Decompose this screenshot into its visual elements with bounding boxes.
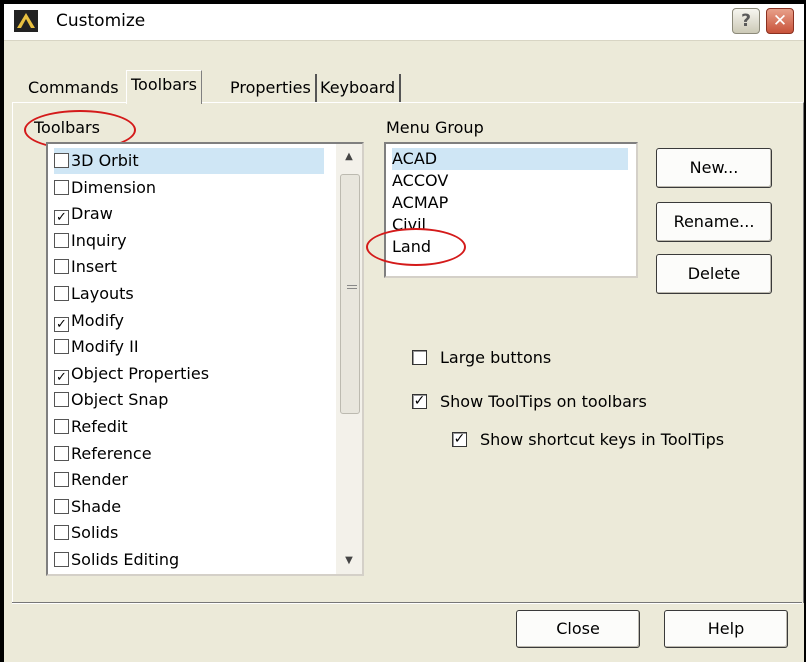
- title-bar: Customize ? ✕: [4, 4, 804, 41]
- checkbox-checked-icon[interactable]: ✓: [54, 210, 69, 226]
- toolbar-item-label: 3D Orbit: [71, 151, 139, 170]
- tab-keyboard[interactable]: Keyboard: [316, 74, 402, 102]
- toolbar-item-label: Modify II: [71, 337, 139, 357]
- new-button[interactable]: New...: [656, 148, 772, 188]
- toolbar-list-item[interactable]: ✓ Draw: [54, 201, 113, 227]
- checkbox-checked-icon[interactable]: ✓: [54, 316, 69, 332]
- checkbox-unchecked-icon[interactable]: [54, 472, 69, 488]
- menu-group-item[interactable]: ACCOV: [392, 170, 448, 192]
- menu-group-item[interactable]: ACMAP: [392, 192, 448, 214]
- menu-group-label: Menu Group: [386, 118, 484, 137]
- menu-group-item[interactable]: ACAD: [392, 148, 628, 170]
- scroll-grip: [347, 285, 357, 289]
- tab-commands[interactable]: Commands: [24, 74, 123, 102]
- toolbar-item-label: Draw: [71, 204, 113, 224]
- land-annotation-ellipse: [366, 228, 466, 266]
- toolbar-item-label: Layouts: [71, 284, 134, 303]
- close-title-button[interactable]: ✕: [766, 8, 794, 34]
- toolbar-list-item[interactable]: 3D Orbit: [54, 148, 324, 174]
- toolbar-list-item[interactable]: Solids: [54, 520, 118, 546]
- checkbox-unchecked-icon[interactable]: [54, 153, 69, 168]
- toolbar-list-item[interactable]: Render: [54, 467, 128, 493]
- scroll-up-arrow[interactable]: ▲: [336, 146, 362, 168]
- toolbar-item-label: Inquiry: [71, 230, 127, 250]
- toolbar-item-label: Object Properties: [71, 363, 210, 383]
- toolbar-item-label: Modify: [71, 310, 125, 330]
- large-buttons-label: Large buttons: [440, 348, 552, 367]
- customize-dialog: Customize ? ✕ Commands Toolbars Properti…: [4, 4, 804, 662]
- toolbar-list-item[interactable]: Insert: [54, 254, 117, 280]
- toolbar-item-label: Reference: [71, 443, 152, 463]
- tab-toolbars[interactable]: Toolbars: [126, 70, 202, 104]
- close-button[interactable]: Close: [516, 610, 640, 648]
- checkbox-unchecked-icon[interactable]: [54, 286, 69, 301]
- checkbox-unchecked-icon[interactable]: [54, 232, 69, 248]
- checkbox-unchecked-icon[interactable]: [54, 445, 69, 461]
- checkbox-unchecked-icon[interactable]: [54, 179, 69, 195]
- toolbar-list-item[interactable]: ✓ Modify: [54, 308, 124, 334]
- checkbox-unchecked-icon[interactable]: [54, 392, 69, 408]
- scroll-down-arrow[interactable]: ▼: [336, 550, 362, 572]
- help-title-button[interactable]: ?: [732, 8, 760, 34]
- toolbars-listbox[interactable]: 3D Orbit Dimension ✓ Draw Inquiry Insert Layou…: [46, 142, 364, 576]
- checkbox-unchecked-icon[interactable]: [54, 525, 69, 541]
- toolbar-list-item[interactable]: Inquiry: [54, 228, 127, 254]
- toolbar-list-item[interactable]: Layouts: [54, 281, 134, 307]
- toolbar-item-label: Object Snap: [71, 390, 169, 410]
- checkbox-unchecked-icon[interactable]: [54, 259, 69, 275]
- divider: [12, 602, 802, 604]
- show-shortcut-keys-label: Show shortcut keys in ToolTips: [480, 430, 725, 449]
- checkbox-unchecked-icon[interactable]: [54, 339, 69, 355]
- toolbar-item-label: Solids: [71, 523, 119, 543]
- large-buttons-checkbox[interactable]: [412, 350, 427, 365]
- toolbar-item-label: Dimension: [71, 177, 157, 197]
- tab-properties[interactable]: Properties: [226, 74, 317, 102]
- toolbar-list-item[interactable]: ✓ Object Properties: [54, 361, 209, 387]
- toolbar-list-item[interactable]: Modify II: [54, 334, 139, 360]
- checkbox-unchecked-icon[interactable]: [54, 498, 69, 514]
- checkbox-unchecked-icon[interactable]: [54, 552, 69, 567]
- toolbar-item-label: Insert: [71, 257, 117, 277]
- toolbar-item-label: Shade: [71, 496, 122, 516]
- scroll-thumb[interactable]: [340, 174, 360, 414]
- window-title: Customize: [56, 11, 146, 31]
- checkbox-unchecked-icon[interactable]: [54, 419, 69, 434]
- toolbar-list-item[interactable]: Reference: [54, 441, 152, 467]
- show-tooltips-checkbox[interactable]: ✓: [412, 394, 427, 409]
- toolbar-list-item[interactable]: Dimension: [54, 175, 156, 201]
- toolbar-list-item[interactable]: Shade: [54, 494, 121, 520]
- toolbar-item-label: Solids Editing: [71, 550, 180, 569]
- screenshot-frame: Customize ? ✕ Commands Toolbars Properti…: [0, 0, 806, 662]
- autocad-app-icon: [14, 10, 38, 32]
- show-tooltips-label: Show ToolTips on toolbars: [440, 392, 647, 411]
- checkbox-checked-icon[interactable]: ✓: [54, 369, 69, 385]
- toolbar-item-label: Refedit: [71, 417, 128, 436]
- toolbars-scrollbar[interactable]: ▲ ▼: [336, 144, 362, 574]
- toolbar-list-item[interactable]: Object Snap: [54, 387, 168, 413]
- toolbar-item-label: Render: [71, 470, 128, 490]
- show-shortcut-keys-checkbox[interactable]: ✓: [452, 432, 467, 447]
- toolbar-list-item[interactable]: Solids Editing: [54, 547, 179, 573]
- delete-button[interactable]: Delete: [656, 254, 772, 294]
- help-button[interactable]: Help: [664, 610, 788, 648]
- rename-button[interactable]: Rename...: [656, 202, 772, 242]
- toolbar-list-item[interactable]: Refedit: [54, 414, 128, 440]
